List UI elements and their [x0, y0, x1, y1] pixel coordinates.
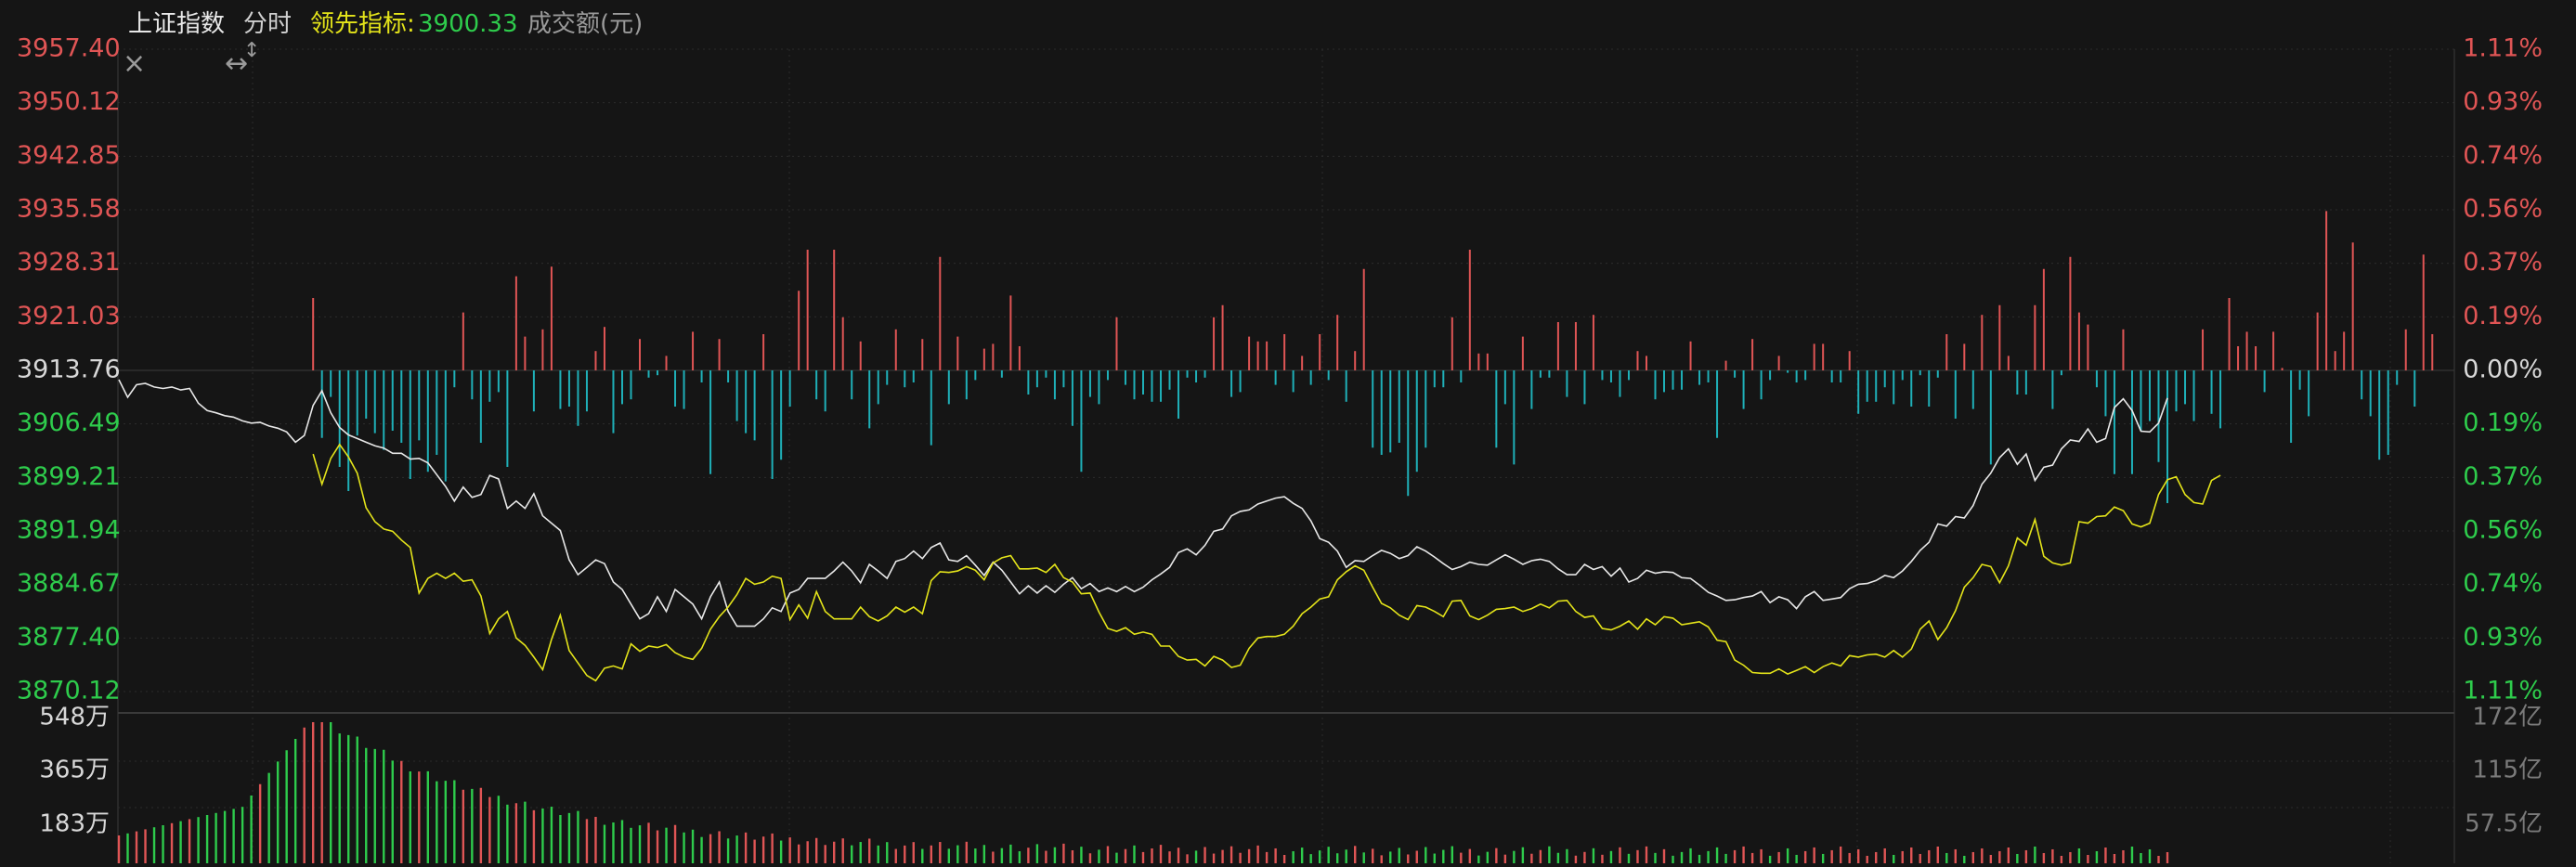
volume-label[interactable]: 成交额(元) — [527, 6, 643, 43]
leading-diff-bars — [312, 211, 2434, 503]
intraday-chart: 3957.40 3950.12 3942.85 3935.58 3928.31 3921.… — [17, 34, 2543, 863]
price-tick-label: 3884.67 — [17, 569, 121, 598]
percent-tick-label: 0.56% — [2463, 516, 2543, 545]
price-tick-label: 3957.40 — [17, 34, 121, 63]
price-tick-label: 3891.94 — [17, 516, 121, 545]
percent-tick-label: 0.37% — [2463, 248, 2543, 277]
price-line — [118, 379, 2168, 628]
volume-bars — [117, 722, 2169, 863]
grid-lines — [117, 48, 2455, 863]
price-tick-label: 3906.49 — [17, 408, 121, 437]
leading-indicator-value: 3900.33 — [418, 10, 518, 38]
price-tick-label: 3935.58 — [17, 195, 121, 224]
price-tick-label: 3877.40 — [17, 623, 121, 652]
resize-vertical-icon[interactable]: ↕ — [243, 37, 260, 65]
percent-tick-label: 0.93% — [2463, 87, 2543, 116]
percent-tick-label: 0.19% — [2463, 408, 2543, 437]
close-icon[interactable]: × — [123, 50, 146, 78]
percent-tick-label: 0.74% — [2463, 569, 2543, 598]
percent-tick-label: 1.11% — [2463, 34, 2543, 63]
price-tick-label: 3870.12 — [17, 677, 121, 705]
percent-tick-label: 0.93% — [2463, 623, 2543, 652]
percent-tick-label: 0.19% — [2463, 302, 2543, 330]
leading-indicator-line — [312, 443, 2221, 682]
volume-tick-label-right: 172亿 — [2472, 704, 2543, 731]
price-tick-label: 3899.21 — [17, 462, 121, 491]
volume-tick-label-left: 548万 — [39, 704, 110, 731]
volume-tick-label-right: 57.5亿 — [2465, 810, 2543, 838]
price-tick-label: 3928.31 — [17, 248, 121, 277]
leading-indicator-label: 领先指标: — [310, 10, 415, 38]
index-name[interactable]: 上证指数 — [128, 6, 225, 43]
percent-tick-label: 0.37% — [2463, 462, 2543, 491]
price-tick-label: 3913.76 — [17, 356, 121, 384]
volume-tick-label-right: 115亿 — [2472, 757, 2543, 784]
percent-tick-label: 0.56% — [2463, 195, 2543, 224]
volume-tick-label-left: 365万 — [39, 757, 110, 784]
volume-tick-label-left: 183万 — [39, 810, 110, 838]
price-tick-label: 3921.03 — [17, 302, 121, 330]
percent-tick-label: 1.11% — [2463, 677, 2543, 705]
percent-tick-label: 0.74% — [2463, 141, 2543, 170]
price-tick-label: 3942.85 — [17, 141, 121, 170]
percent-tick-label: 0.00% — [2463, 356, 2543, 384]
price-tick-label: 3950.12 — [17, 87, 121, 116]
